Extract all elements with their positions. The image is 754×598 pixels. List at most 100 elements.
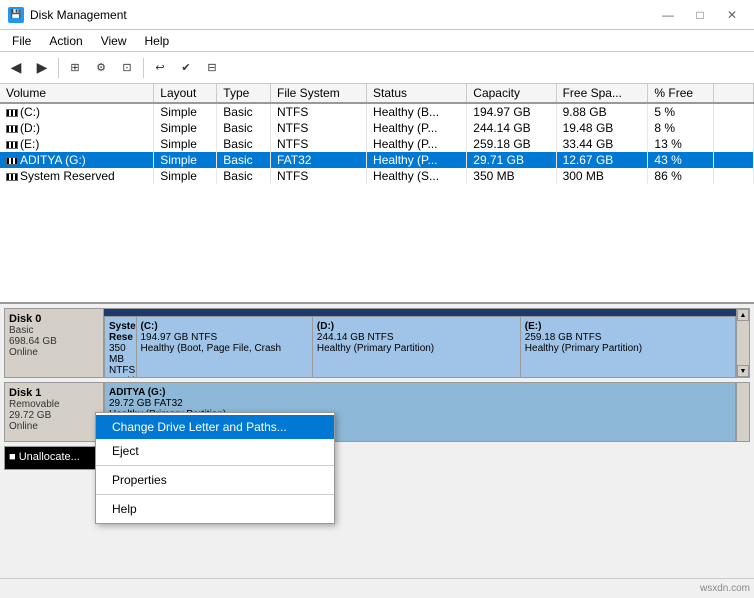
cell-freespace: 12.67 GB [556, 152, 648, 168]
col-freespace[interactable]: Free Spa... [556, 84, 648, 103]
cell-freespace: 19.48 GB [556, 120, 648, 136]
partition-e[interactable]: (E:) 259.18 GB NTFS Healthy (Primary Par… [521, 309, 735, 377]
disk0-row: Disk 0 Basic 698.64 GB Online System Res… [4, 308, 750, 378]
scroll-down[interactable]: ▼ [737, 365, 749, 377]
disk0-label: Disk 0 Basic 698.64 GB Online [4, 308, 104, 378]
cell-capacity: 259.18 GB [467, 136, 556, 152]
cell-extra [714, 152, 754, 168]
toolbar-back[interactable]: ◀ [4, 56, 28, 80]
col-capacity[interactable]: Capacity [467, 84, 556, 103]
cell-capacity: 194.97 GB [467, 103, 556, 120]
cell-freespace: 33.44 GB [556, 136, 648, 152]
cell-status: Healthy (P... [367, 120, 467, 136]
watermark: wsxdn.com [700, 583, 750, 594]
menu-view[interactable]: View [93, 32, 135, 50]
window-controls: — □ ✕ [654, 6, 746, 24]
disk0-partitions: System Rese 350 MB NTFS Healthy (Syst (C… [104, 308, 736, 378]
cell-extra [714, 103, 754, 120]
cell-pctfree: 43 % [648, 152, 714, 168]
cell-layout: Simple [154, 152, 217, 168]
col-extra[interactable] [714, 84, 754, 103]
ctx-properties[interactable]: Properties [96, 468, 334, 492]
close-button[interactable]: ✕ [718, 6, 746, 24]
cell-volume: System Reserved [0, 168, 154, 184]
cell-capacity: 29.71 GB [467, 152, 556, 168]
table-row[interactable]: System ReservedSimpleBasicNTFSHealthy (S… [0, 168, 754, 184]
toolbar-btn4[interactable]: ↩ [148, 56, 172, 80]
maximize-button[interactable]: □ [686, 6, 714, 24]
cell-pctfree: 5 % [648, 103, 714, 120]
cell-fs: NTFS [271, 103, 367, 120]
ctx-help[interactable]: Help [96, 497, 334, 521]
table-row[interactable]: ADITYA (G:)SimpleBasicFAT32Healthy (P...… [0, 152, 754, 168]
toolbar-sep2 [143, 58, 144, 78]
volume-table-area: Volume Layout Type File System Status Ca… [0, 84, 754, 304]
menu-action[interactable]: Action [41, 32, 90, 50]
volume-table: Volume Layout Type File System Status Ca… [0, 84, 754, 184]
col-status[interactable]: Status [367, 84, 467, 103]
partition-c[interactable]: (C:) 194.97 GB NTFS Healthy (Boot, Page … [137, 309, 313, 377]
disk1-label: Disk 1 Removable 29.72 GB Online [4, 382, 104, 442]
menu-bar: File Action View Help [0, 30, 754, 52]
table-row[interactable]: (C:)SimpleBasicNTFSHealthy (B...194.97 G… [0, 103, 754, 120]
cell-fs: NTFS [271, 168, 367, 184]
cell-extra [714, 120, 754, 136]
ctx-change-drive-letter[interactable]: Change Drive Letter and Paths... [96, 415, 334, 439]
toolbar-btn1[interactable]: ⊞ [63, 56, 87, 80]
disk-area: Disk 0 Basic 698.64 GB Online System Res… [0, 304, 754, 598]
cell-volume: (D:) [0, 120, 154, 136]
col-pctfree[interactable]: % Free [648, 84, 714, 103]
cell-capacity: 244.14 GB [467, 120, 556, 136]
cell-fs: NTFS [271, 136, 367, 152]
disk1-size: 29.72 GB [9, 410, 99, 421]
cell-status: Healthy (S... [367, 168, 467, 184]
cell-pctfree: 86 % [648, 168, 714, 184]
ctx-separator [96, 465, 334, 466]
partition-d[interactable]: (D:) 244.14 GB NTFS Healthy (Primary Par… [313, 309, 521, 377]
col-type[interactable]: Type [217, 84, 271, 103]
cell-type: Basic [217, 103, 271, 120]
toolbar-forward[interactable]: ▶ [30, 56, 54, 80]
cell-fs: FAT32 [271, 152, 367, 168]
context-menu: Change Drive Letter and Paths... Eject P… [95, 412, 335, 524]
table-row[interactable]: (E:)SimpleBasicNTFSHealthy (P...259.18 G… [0, 136, 754, 152]
cell-status: Healthy (P... [367, 152, 467, 168]
unallocated-text: ■ Unallocate... [9, 451, 80, 463]
minimize-button[interactable]: — [654, 6, 682, 24]
toolbar: ◀ ▶ ⊞ ⚙ ⊡ ↩ ✔ ⊟ [0, 52, 754, 84]
cell-pctfree: 8 % [648, 120, 714, 136]
col-filesystem[interactable]: File System [271, 84, 367, 103]
main-content: Volume Layout Type File System Status Ca… [0, 84, 754, 598]
col-layout[interactable]: Layout [154, 84, 217, 103]
cell-fs: NTFS [271, 120, 367, 136]
menu-help[interactable]: Help [137, 32, 178, 50]
partition-sysreserved[interactable]: System Rese 350 MB NTFS Healthy (Syst [105, 309, 137, 377]
toolbar-btn2[interactable]: ⚙ [89, 56, 113, 80]
cell-status: Healthy (P... [367, 136, 467, 152]
disk0-status: Online [9, 347, 99, 358]
status-bar: wsxdn.com [0, 578, 754, 598]
toolbar-btn5[interactable]: ✔ [174, 56, 198, 80]
cell-type: Basic [217, 168, 271, 184]
disk0-type: Basic [9, 325, 99, 336]
cell-status: Healthy (B... [367, 103, 467, 120]
cell-extra [714, 168, 754, 184]
cell-volume: (C:) [0, 103, 154, 120]
disk0-name: Disk 0 [9, 313, 99, 325]
cell-volume: (E:) [0, 136, 154, 152]
cell-layout: Simple [154, 120, 217, 136]
cell-type: Basic [217, 120, 271, 136]
table-row[interactable]: (D:)SimpleBasicNTFSHealthy (P...244.14 G… [0, 120, 754, 136]
menu-file[interactable]: File [4, 32, 39, 50]
col-volume[interactable]: Volume [0, 84, 154, 103]
cell-capacity: 350 MB [467, 168, 556, 184]
scroll-up[interactable]: ▲ [737, 309, 749, 321]
cell-freespace: 9.88 GB [556, 103, 648, 120]
unallocated-label: ■ Unallocate... [4, 446, 104, 470]
toolbar-btn6[interactable]: ⊟ [200, 56, 224, 80]
disk1-name: Disk 1 [9, 387, 99, 399]
cell-volume: ADITYA (G:) [0, 152, 154, 168]
ctx-eject[interactable]: Eject [96, 439, 334, 463]
ctx-separator2 [96, 494, 334, 495]
toolbar-btn3[interactable]: ⊡ [115, 56, 139, 80]
